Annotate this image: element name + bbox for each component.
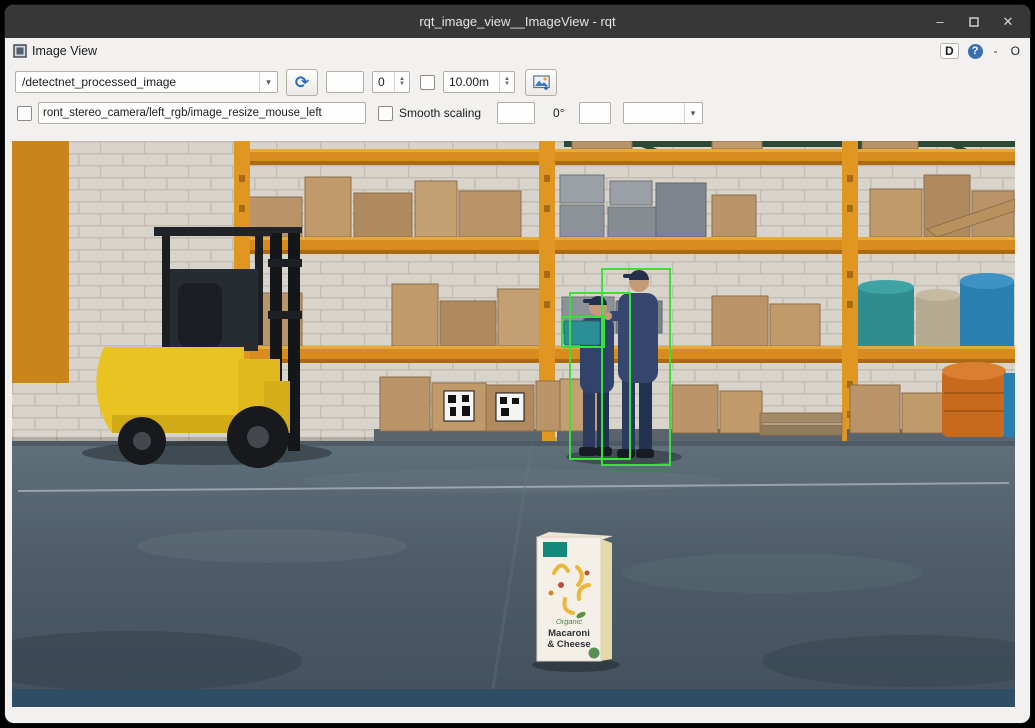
number-spinbox-value: 0 — [378, 75, 385, 89]
topic-select[interactable]: /detectnet_processed_image ▾ — [15, 71, 278, 93]
spinner-arrows-icon[interactable]: ▲▼ — [499, 72, 514, 92]
window-controls: – ✕ — [928, 5, 1020, 38]
product-brand: Organic — [556, 617, 583, 626]
smooth-scaling-checkbox[interactable] — [378, 106, 393, 121]
dock-minimize-button[interactable]: - — [992, 44, 1000, 58]
orange-wall — [12, 141, 69, 383]
window-title: rqt_image_view__ImageView - rqt — [5, 14, 1030, 29]
floor-edge-band — [12, 689, 1015, 707]
refresh-icon: ⟳ — [295, 74, 309, 91]
spinner-arrows-icon[interactable]: ▲▼ — [394, 72, 409, 92]
plugin-title: Image View — [32, 44, 97, 58]
refresh-topics-button[interactable]: ⟳ — [286, 69, 318, 96]
rotate-combo[interactable]: ▾ — [623, 102, 703, 124]
warehouse-scene: Organic Macaroni & Cheese — [12, 141, 1015, 707]
mouse-topic-input[interactable] — [38, 102, 366, 124]
number-spinbox[interactable]: 0 ▲▼ — [372, 71, 410, 93]
image-view-icon — [13, 44, 27, 58]
image-view-canvas[interactable]: Organic Macaroni & Cheese — [12, 141, 1015, 707]
rotate-label: 0° — [553, 106, 564, 120]
help-icon[interactable]: ? — [968, 44, 983, 59]
dock-detach-button[interactable]: D — [940, 43, 959, 59]
product-name-line2: & Cheese — [547, 639, 590, 650]
maximize-button[interactable] — [962, 10, 986, 34]
rqt-window: rqt_image_view__ImageView - rqt – ✕ Imag… — [4, 4, 1031, 724]
maximize-icon — [969, 17, 979, 27]
titlebar[interactable]: rqt_image_view__ImageView - rqt – ✕ — [5, 5, 1030, 38]
close-button[interactable]: ✕ — [996, 10, 1020, 34]
checkbox-row1[interactable] — [420, 75, 435, 90]
toolbar-row1: /detectnet_processed_image ▾ ⟳ 0 ▲▼ 10.0… — [5, 67, 1030, 97]
dock-close-button[interactable]: O — [1009, 44, 1022, 58]
minimize-button[interactable]: – — [928, 10, 952, 34]
plugin-actions: D ? - O — [940, 43, 1022, 59]
blank-field-3[interactable] — [579, 102, 611, 124]
product-box: Organic Macaroni & Cheese — [532, 532, 620, 672]
topic-select-value: /detectnet_processed_image — [22, 75, 176, 89]
product-name-line1: Macaroni — [548, 628, 590, 639]
blank-field-2[interactable] — [497, 102, 535, 124]
depth-spinbox[interactable]: 10.00m ▲▼ — [443, 71, 515, 93]
toolbar-row2: Smooth scaling 0° ▾ — [5, 99, 1030, 127]
depth-spinbox-value: 10.00m — [449, 75, 489, 89]
plugin-bar: Image View D ? - O — [5, 38, 1030, 64]
chevron-down-icon: ▾ — [684, 103, 702, 123]
chevron-down-icon: ▾ — [259, 72, 277, 92]
smooth-scaling-label: Smooth scaling — [399, 106, 481, 120]
save-image-icon — [533, 75, 550, 90]
floor-drums — [942, 362, 1015, 437]
publish-click-checkbox[interactable] — [17, 106, 32, 121]
blank-field-1[interactable] — [326, 71, 364, 93]
save-image-button[interactable] — [525, 69, 557, 96]
